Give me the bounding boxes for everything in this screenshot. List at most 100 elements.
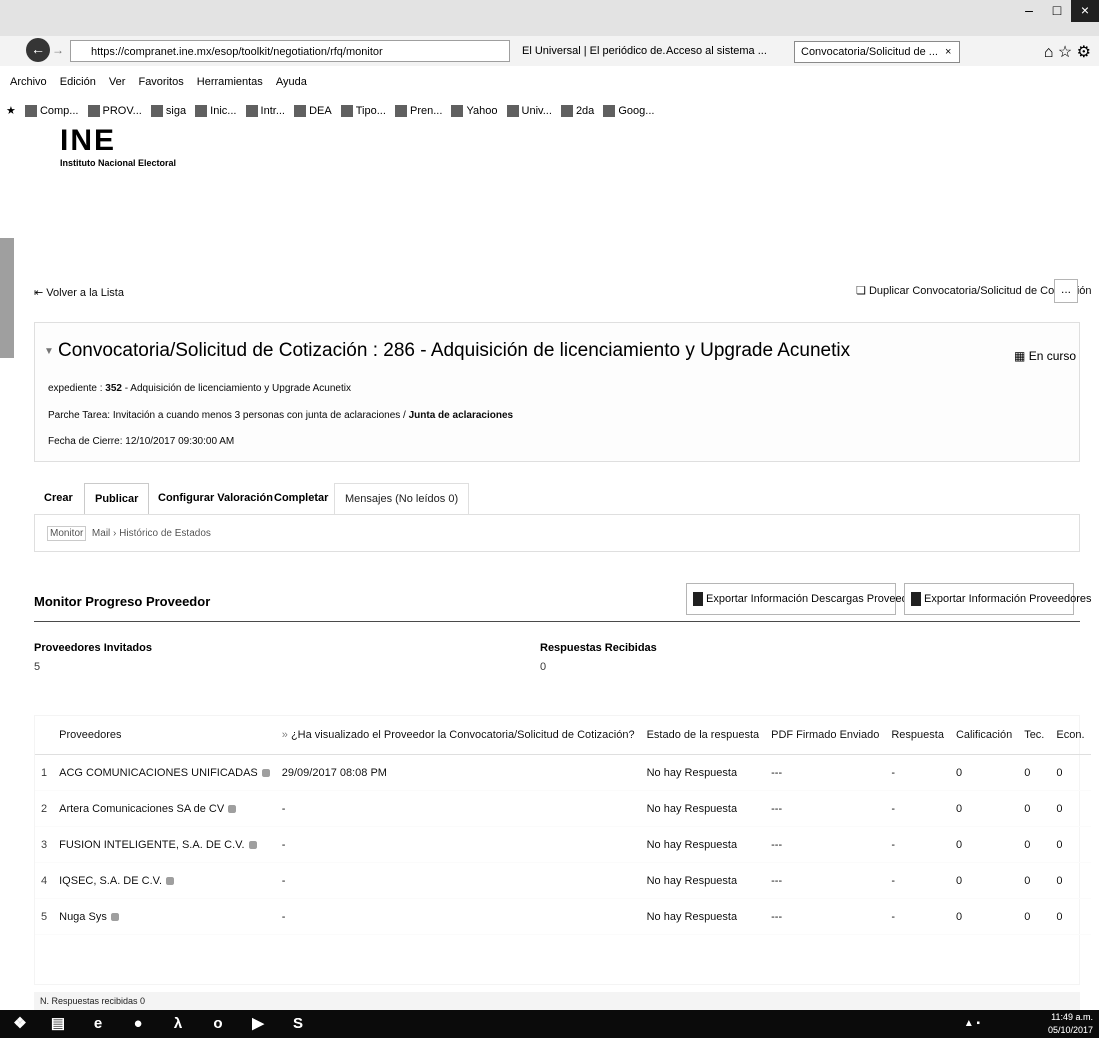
subnav-historico[interactable]: Histórico de Estados xyxy=(119,528,211,539)
back-arrow-icon[interactable]: ← xyxy=(26,38,50,62)
internet-explorer-icon[interactable]: e xyxy=(84,1013,112,1035)
yahoo-icon xyxy=(451,105,464,118)
favorite-link[interactable]: Comp... xyxy=(24,98,78,124)
skype-icon[interactable]: S xyxy=(284,1013,312,1035)
file-explorer-icon[interactable]: ▤ xyxy=(44,1013,72,1035)
col-tec[interactable]: Tec. xyxy=(1018,716,1051,755)
row-index: 4 xyxy=(35,862,54,899)
more-actions-button[interactable]: ... xyxy=(1054,279,1078,303)
table-header-row: Proveedores » ¿Ha visualizado el Proveed… xyxy=(35,716,1091,755)
menu-favoritos[interactable]: Favoritos xyxy=(138,76,183,88)
favorite-link[interactable]: Goog... xyxy=(603,98,654,124)
export-downloads-button[interactable]: Exportar Información Descargas Proveedor… xyxy=(686,583,929,615)
back-arrow-icon: ⇤ xyxy=(34,287,44,299)
favorite-link[interactable]: Pren... xyxy=(394,98,442,124)
browser-tab-active[interactable]: Convocatoria/Solicitud de ... × xyxy=(794,41,960,63)
media-icon[interactable]: ▶ xyxy=(244,1013,272,1035)
col-proveedores[interactable]: Proveedores xyxy=(53,716,276,755)
favorite-link[interactable]: 2da xyxy=(560,98,594,124)
tab-configurar-valoracion[interactable]: Configurar Valoración xyxy=(148,483,283,513)
viewed-date: - xyxy=(275,790,641,827)
invited-value: 5 xyxy=(34,661,41,673)
windows-start-icon[interactable]: ❖ xyxy=(6,1013,34,1035)
subnav-monitor[interactable]: Monitor xyxy=(47,526,87,541)
app-circle-icon[interactable]: ● xyxy=(124,1013,152,1035)
page-icon xyxy=(560,105,573,118)
export-info-button[interactable]: Exportar Información Proveedores xyxy=(904,583,1092,615)
provider-name[interactable]: ACG COMUNICACIONES UNIFICADAS xyxy=(53,754,276,791)
browser-tab[interactable]: El Universal | El periódico de... xyxy=(516,41,668,61)
tab-publicar[interactable]: Publicar xyxy=(84,483,150,514)
maximize-button[interactable]: □ xyxy=(1043,0,1071,22)
outlook-icon[interactable]: o xyxy=(204,1013,232,1035)
col-calificacion[interactable]: Calificación xyxy=(949,716,1019,755)
window-titlebar xyxy=(0,0,1099,36)
provider-name[interactable]: FUSION INTELIGENTE, S.A. DE C.V. xyxy=(53,826,276,863)
score: 0 xyxy=(949,898,1019,935)
row-index: 3 xyxy=(35,826,54,863)
col-estado[interactable]: Estado de la respuesta xyxy=(640,716,766,755)
tab-completar[interactable]: Completar xyxy=(264,483,338,513)
info-icon[interactable] xyxy=(248,840,257,849)
info-icon[interactable] xyxy=(110,912,119,921)
collapse-caret-icon[interactable]: ▼ xyxy=(44,346,54,357)
close-window-button[interactable]: × xyxy=(1071,0,1099,22)
subnav-separator: › xyxy=(113,528,117,539)
menu-ayuda[interactable]: Ayuda xyxy=(276,76,307,88)
score: 0 xyxy=(949,790,1019,827)
favorite-link[interactable]: siga xyxy=(150,98,186,124)
status-icon: ▦ xyxy=(1014,349,1026,363)
info-icon[interactable] xyxy=(261,768,270,777)
page-icon xyxy=(394,105,407,118)
expediente-line: expediente : 352 - Adquisición de licenc… xyxy=(48,383,351,394)
provider-name[interactable]: Nuga Sys xyxy=(53,898,276,935)
pdf-sent: --- xyxy=(765,754,886,791)
col-respuesta[interactable]: Respuesta xyxy=(885,716,950,755)
favorite-link[interactable]: DEA xyxy=(294,98,332,124)
browser-tab[interactable]: Acceso al sistema ... xyxy=(660,41,800,61)
back-to-list-link[interactable]: ⇤ Volver a la Lista xyxy=(34,286,124,299)
sort-icon: » xyxy=(281,729,291,741)
response: - xyxy=(885,826,950,863)
export-icon xyxy=(693,592,703,607)
favorite-link[interactable]: PROV... xyxy=(87,98,142,124)
col-pdf[interactable]: PDF Firmado Enviado xyxy=(765,716,886,755)
viewed-date: - xyxy=(275,826,641,863)
response: - xyxy=(885,754,950,791)
favorite-link[interactable]: Tipo... xyxy=(340,98,386,124)
table-footer: N. Respuestas recibidas 0 xyxy=(34,992,1080,1010)
info-icon[interactable] xyxy=(228,804,237,813)
acrobat-icon[interactable]: λ xyxy=(164,1013,192,1035)
tab-mensajes[interactable]: Mensajes (No leídos 0) xyxy=(334,483,470,514)
home-icon[interactable]: ⌂ ☆ ⚙ xyxy=(1044,42,1091,62)
system-clock[interactable]: 11:49 a.m. 05/10/2017 xyxy=(1048,1011,1093,1037)
page-icon xyxy=(150,105,163,118)
provider-name[interactable]: Artera Comunicaciones SA de CV xyxy=(53,790,276,827)
favorite-link[interactable]: Intr... xyxy=(245,98,285,124)
subnav-mail[interactable]: Mail xyxy=(92,528,110,539)
tab-crear[interactable]: Crear xyxy=(34,483,83,513)
export-icon xyxy=(911,592,921,607)
col-econ[interactable]: Econ. xyxy=(1050,716,1091,755)
provider-name[interactable]: IQSEC, S.A. DE C.V. xyxy=(53,862,276,899)
expediente-number: 352 xyxy=(105,383,122,394)
tab-close-icon[interactable]: × xyxy=(945,46,951,58)
favorite-link[interactable]: Univ... xyxy=(506,98,552,124)
menu-ver[interactable]: Ver xyxy=(109,76,126,88)
info-icon[interactable] xyxy=(166,876,175,885)
viewed-date: - xyxy=(275,898,641,935)
forward-arrow-icon[interactable]: → xyxy=(52,41,66,59)
menu-archivo[interactable]: Archivo xyxy=(10,76,47,88)
menu-herramientas[interactable]: Herramientas xyxy=(197,76,263,88)
page-icon xyxy=(87,105,100,118)
minimize-button[interactable]: – xyxy=(1015,0,1043,22)
favorite-link[interactable]: Inic... xyxy=(195,98,236,124)
ine-logo: INE Instituto Nacional Electoral xyxy=(60,126,176,169)
col-visualizado[interactable]: » ¿Ha visualizado el Proveedor la Convoc… xyxy=(275,716,641,755)
responses-label: Respuestas Recibidas xyxy=(540,642,657,654)
favorites-star-icon[interactable]: ★ xyxy=(6,98,16,124)
favorite-link[interactable]: Yahoo xyxy=(451,98,497,124)
tray-icons[interactable]: ▲ ▪ xyxy=(958,1013,986,1035)
address-bar[interactable]: https://compranet.ine.mx/esop/toolkit/ne… xyxy=(70,40,510,62)
menu-edicion[interactable]: Edición xyxy=(60,76,96,88)
